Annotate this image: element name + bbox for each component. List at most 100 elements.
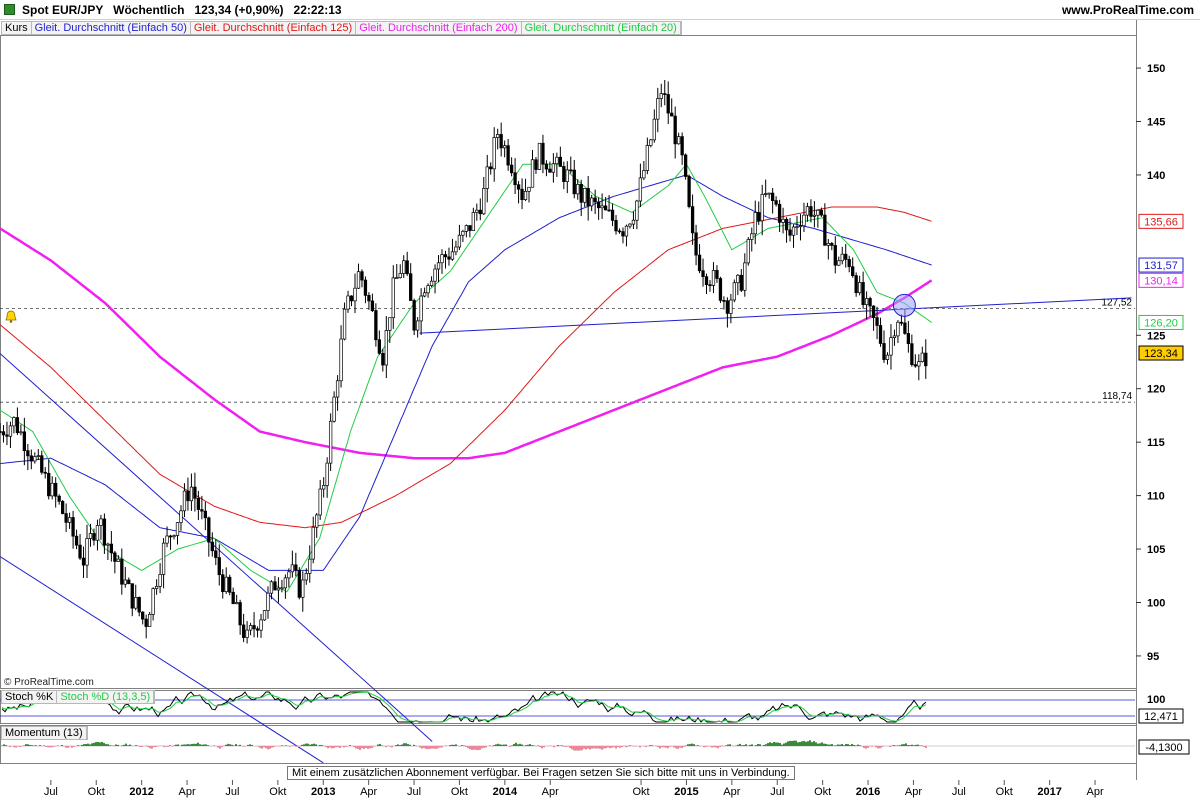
ma50-line <box>0 174 932 571</box>
candle-body <box>113 552 117 562</box>
candle-body <box>88 533 93 539</box>
price-label-box <box>1138 257 1184 273</box>
candle-body <box>666 94 670 114</box>
candle-body <box>596 201 601 209</box>
candle-body <box>610 209 615 221</box>
candle-body <box>165 535 169 544</box>
candle-body <box>694 232 698 256</box>
candle-body <box>429 280 434 286</box>
candle-body <box>798 225 803 228</box>
candle-body <box>301 579 305 598</box>
momentum-panel-frame <box>0 725 1137 764</box>
candle-body <box>168 535 173 538</box>
candle-body <box>917 361 921 367</box>
x-tick-label: 2014 <box>493 786 518 798</box>
candle-body <box>555 156 559 165</box>
candle-body <box>892 335 897 338</box>
candle-body <box>537 142 542 170</box>
candle-body <box>523 190 528 200</box>
candle-body <box>551 163 556 173</box>
trendline <box>419 297 1132 334</box>
candle-body <box>342 308 347 340</box>
candle-body <box>621 231 625 237</box>
site-link[interactable]: www.ProRealTime.com <box>1062 3 1194 17</box>
candle-body <box>802 214 806 227</box>
candle-body <box>287 571 291 579</box>
candle-body <box>179 510 183 523</box>
stoch-value: 12,471 <box>1144 711 1178 723</box>
candle-body <box>617 230 622 233</box>
x-tick-label: Okt <box>88 786 105 798</box>
stoch-panel-frame <box>0 690 1137 724</box>
candle-body <box>214 550 218 558</box>
legend-ma200[interactable]: Gleit. Durchschnitt (Einfach 200) <box>356 22 522 34</box>
candle-body <box>127 579 131 585</box>
candle-body <box>332 396 336 422</box>
price-label-text: 135,66 <box>1144 216 1178 228</box>
candle-body <box>36 455 40 458</box>
candle-body <box>67 517 72 523</box>
candle-body <box>600 205 604 209</box>
stoch-d-label[interactable]: Stoch %D (13,3,5) <box>57 691 155 703</box>
candle-body <box>847 259 851 268</box>
candle-body <box>57 495 61 502</box>
legend-kurs[interactable]: Kurs <box>2 22 32 34</box>
candle-body <box>628 223 632 227</box>
price-chart[interactable]: 127,52 118,74 135,66 131,57 130,14 126,20 123… <box>0 0 1200 800</box>
candle-body <box>603 205 608 211</box>
x-tick-label: Apr <box>905 786 922 798</box>
candle-body <box>447 256 451 260</box>
candle-body <box>255 628 260 631</box>
stoch-legend: Stoch %K Stoch %D (13,3,5) <box>1 690 156 704</box>
candle-body <box>78 544 82 559</box>
candle-body <box>896 321 900 337</box>
candle-body <box>200 509 204 512</box>
legend-ma125[interactable]: Gleit. Durchschnitt (Einfach 125) <box>191 22 357 34</box>
candle-body <box>415 320 420 331</box>
candle-body <box>99 518 103 526</box>
candle-body <box>231 591 235 605</box>
candle-body <box>235 602 239 605</box>
candle-body <box>276 587 281 591</box>
candle-body <box>830 243 834 246</box>
candle-body <box>844 253 848 260</box>
momentum-label[interactable]: Momentum (13) <box>2 727 87 739</box>
candle-body <box>861 282 865 306</box>
stoch-k-label[interactable]: Stoch %K <box>2 691 58 703</box>
candle-body <box>805 206 810 216</box>
candle-body <box>189 486 194 502</box>
x-tick-label: Jul <box>407 786 421 798</box>
candle-body <box>12 417 16 427</box>
candle-body <box>590 197 594 207</box>
y-tick-label: 145 <box>1147 117 1165 129</box>
legend-ma20[interactable]: Gleit. Durchschnitt (Einfach 20) <box>522 22 681 34</box>
price-label-box <box>1138 272 1184 288</box>
candle-body <box>913 364 917 367</box>
candle-body <box>683 154 688 177</box>
candle-body <box>631 219 636 225</box>
subscription-notice[interactable]: Mit einem zusätzlichen Abonnement verfüg… <box>287 766 795 780</box>
candle-body <box>854 275 858 294</box>
candle-body <box>130 583 134 609</box>
candle-body <box>228 576 232 593</box>
candle-body <box>767 192 771 195</box>
candle-body <box>704 276 709 286</box>
candle-body <box>297 569 301 598</box>
x-tick-label: Apr <box>1086 786 1103 798</box>
candle-body <box>356 271 361 289</box>
candle-body <box>388 317 392 331</box>
candle-body <box>0 431 2 433</box>
candle-body <box>203 510 207 519</box>
alarm-bell-icon[interactable] <box>4 310 18 324</box>
candle-body <box>572 169 576 195</box>
candle-body <box>318 488 322 516</box>
ma200-line <box>0 227 933 460</box>
legend-ma50[interactable]: Gleit. Durchschnitt (Einfach 50) <box>32 22 191 34</box>
candle-body <box>558 156 562 167</box>
candle-body <box>454 246 458 253</box>
candle-body <box>527 186 531 192</box>
candle-body <box>663 93 667 95</box>
candle-body <box>74 535 79 546</box>
candle-body <box>614 220 618 232</box>
candle-body <box>485 166 489 189</box>
